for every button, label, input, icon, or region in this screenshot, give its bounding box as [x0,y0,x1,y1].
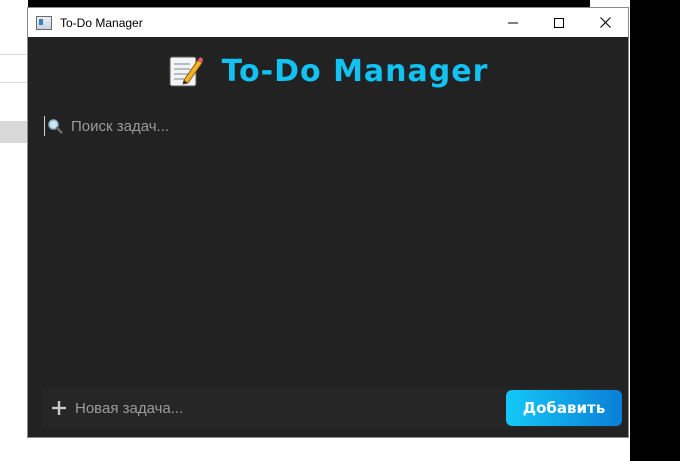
add-task-button[interactable]: Добавить [506,390,622,426]
search-row [44,113,614,139]
magnifier-icon [48,119,63,134]
background-window-left [0,0,28,461]
text-caret [44,116,45,136]
app-content: To-Do Manager Добавить [28,37,628,437]
minimize-icon [508,22,518,23]
background-selection-band [0,121,28,143]
title-bar[interactable]: To-Do Manager [28,8,628,37]
minimize-button[interactable] [490,8,536,37]
plus-icon [52,401,66,415]
close-icon [599,17,611,28]
close-button[interactable] [582,8,628,37]
app-header: To-Do Manager [28,51,628,91]
background-divider [0,54,28,55]
window-controls [490,8,628,37]
app-window-icon [36,15,52,30]
maximize-button[interactable] [536,8,582,37]
memo-icon [169,56,203,87]
background-window-bottom [0,438,590,461]
task-list [44,149,614,377]
app-title: To-Do Manager [221,53,489,89]
app-window: To-Do Manager To-Do Manager Поиск задач.… [27,7,629,438]
window-title: To-Do Manager [60,15,143,30]
background-divider [0,82,28,83]
new-task-input[interactable] [75,399,506,417]
maximize-icon [554,17,564,28]
search-input[interactable] [71,117,614,135]
new-task-bar: Добавить [42,388,622,428]
